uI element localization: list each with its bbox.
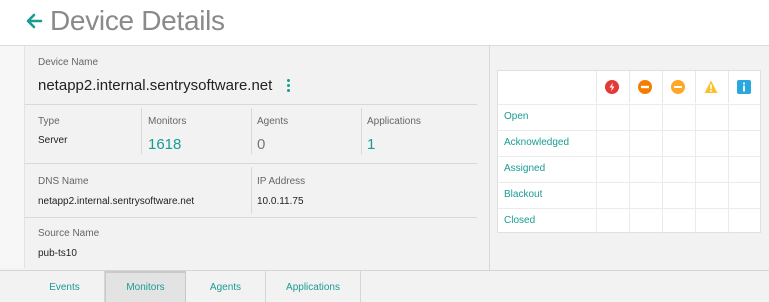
applications-count-link[interactable]: 1 — [367, 136, 375, 153]
divider — [141, 108, 142, 154]
left-strip — [0, 46, 25, 268]
divider — [361, 108, 362, 154]
monitors-label: Monitors — [148, 116, 187, 127]
alert-row-open[interactable]: Open — [504, 111, 528, 122]
major-icon — [638, 80, 652, 94]
col-divider — [695, 104, 696, 234]
agents-label: Agents — [257, 116, 289, 127]
agents-count: 0 — [257, 136, 266, 153]
device-name: netapp2.internal.sentrysoftware.net — [38, 77, 273, 94]
tab-bar: Events Monitors Agents Applications — [0, 270, 769, 302]
divider — [489, 46, 490, 270]
col-divider — [662, 104, 663, 234]
dns-label: DNS Name — [38, 176, 89, 187]
divider — [25, 163, 477, 164]
divider — [251, 108, 252, 154]
col-divider — [629, 104, 630, 234]
tab-monitors[interactable]: Monitors — [105, 271, 186, 302]
left-arrow-icon[interactable] — [25, 10, 43, 32]
type-label: Type — [38, 116, 60, 127]
alert-row-closed[interactable]: Closed — [504, 215, 535, 226]
warning-icon — [704, 80, 718, 93]
monitors-count-link[interactable]: 1618 — [148, 136, 181, 153]
ip-value: 10.0.11.75 — [257, 196, 304, 207]
critical-icon — [605, 80, 619, 94]
type-value: Server — [38, 135, 68, 146]
device-name-label: Device Name — [38, 57, 99, 68]
divider — [251, 167, 252, 214]
info-icon — [737, 80, 751, 94]
alerts-table: Open Acknowledged Assigned Blackout Clos… — [497, 70, 761, 234]
alert-row-acknowledged[interactable]: Acknowledged — [504, 137, 569, 148]
ip-label: IP Address — [257, 176, 306, 187]
minor-icon — [671, 80, 685, 94]
dns-value: netapp2.internal.sentrysoftware.net — [38, 196, 195, 207]
source-label: Source Name — [38, 228, 100, 239]
device-panel: Device Name netapp2.internal.sentrysoftw… — [0, 45, 769, 302]
source-value: pub-ts10 — [38, 248, 77, 259]
col-divider — [596, 104, 597, 234]
tab-events[interactable]: Events — [25, 271, 105, 302]
page-header: Device Details — [0, 0, 769, 45]
applications-label: Applications — [367, 116, 421, 127]
tab-applications[interactable]: Applications — [266, 271, 361, 302]
alert-row-blackout[interactable]: Blackout — [504, 189, 542, 200]
more-options-icon[interactable] — [286, 79, 292, 94]
page-title: Device Details — [50, 5, 225, 36]
col-divider — [728, 104, 729, 234]
alert-row-assigned[interactable]: Assigned — [504, 163, 545, 174]
tab-agents[interactable]: Agents — [186, 271, 266, 302]
divider — [25, 104, 477, 105]
divider — [25, 217, 477, 218]
